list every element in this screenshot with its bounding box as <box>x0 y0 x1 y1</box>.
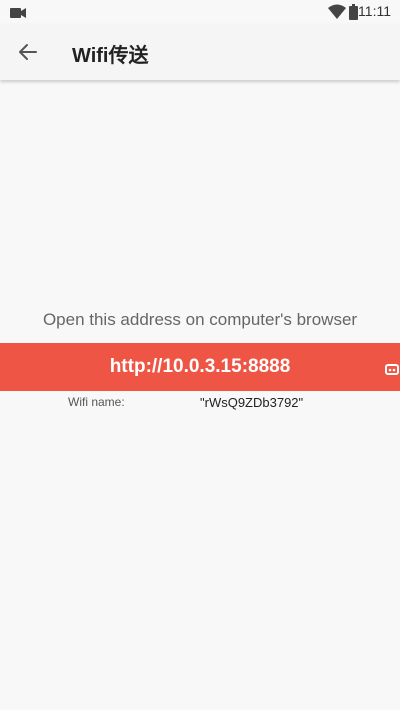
address-banner: http://10.0.3.15:8888 <box>0 343 400 391</box>
status-time: 11:11 <box>358 3 391 19</box>
status-bar: 11:11 <box>0 0 400 24</box>
wifi-signal-icon <box>328 4 346 19</box>
instruction-text: Open this address on computer's browser <box>42 310 358 329</box>
wifi-name-label: Wifi name: <box>68 395 125 409</box>
video-camera-icon <box>10 8 26 18</box>
app-bar: Wifi传送 <box>0 24 400 80</box>
arrow-back-icon <box>19 44 37 60</box>
copy-icon[interactable] <box>384 362 400 376</box>
back-button[interactable] <box>12 36 44 68</box>
server-address[interactable]: http://10.0.3.15:8888 <box>0 356 400 378</box>
wifi-name-value: "rWsQ9ZDb3792" <box>200 395 304 410</box>
wifi-info-row: Wifi name: "rWsQ9ZDb3792" <box>0 395 400 413</box>
battery-icon <box>349 4 358 20</box>
page-title: Wifi传送 <box>72 45 149 67</box>
screen: 11:11 Wifi传送 Open this address on comput… <box>0 0 400 710</box>
